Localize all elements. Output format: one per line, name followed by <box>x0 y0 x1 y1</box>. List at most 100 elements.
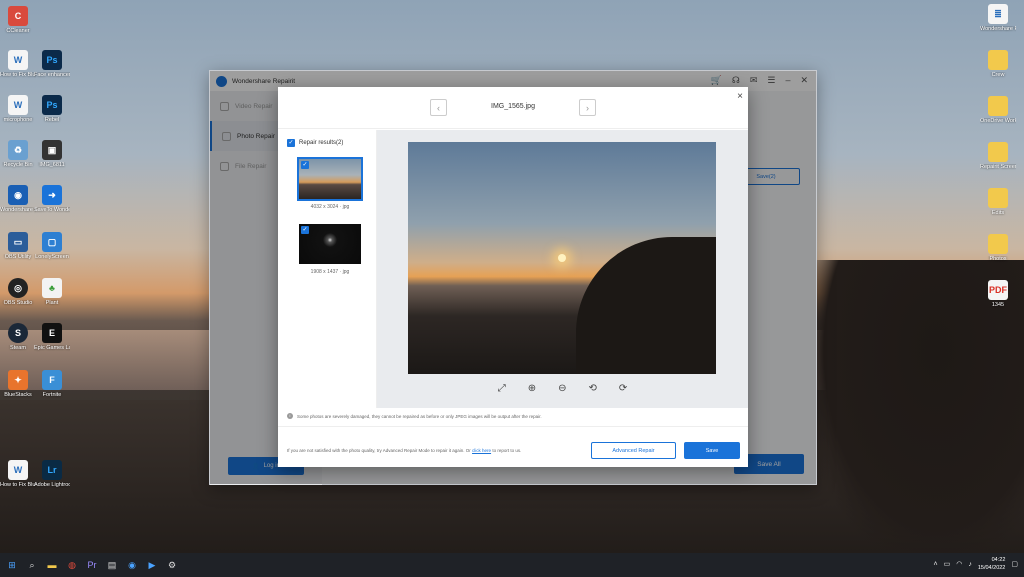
result-thumbnail-1[interactable]: ✓ <box>297 157 363 201</box>
media-icon[interactable]: ▶ <box>144 557 160 573</box>
save-button[interactable]: Save <box>684 442 740 459</box>
desktop-icon-document[interactable]: W How to Fix Blurry Phot... <box>0 50 36 79</box>
advanced-repair-button[interactable]: Advanced Repair <box>591 442 676 459</box>
desktop-icon-photoshop[interactable]: Ps Rebel <box>34 95 70 124</box>
wifi-icon[interactable]: ◠ <box>956 560 962 568</box>
repairit-icon: ◉ <box>8 185 28 205</box>
fortnite-icon: F <box>42 370 62 390</box>
select-all-checkbox[interactable]: ✓ <box>287 139 295 147</box>
damage-notice: i Some photos are severely damaged, they… <box>287 413 542 419</box>
preview-hill <box>576 237 716 374</box>
folder-icon <box>988 188 1008 208</box>
desktop-icon-folder[interactable]: Edits <box>980 188 1016 217</box>
desktop-icon-folder[interactable]: OneDrive Work <box>980 96 1016 125</box>
taskbar: ⊞ ⌕ ▬ ◍ Pr ▤ ◉ ▶ ⚙ ˄ ▭ ◠ ♪ 04:22 15/04/2… <box>0 553 1024 577</box>
desktop-icon-document[interactable]: W How to Fix Blurry Phot... <box>0 460 36 489</box>
repairit-taskbar-icon[interactable]: ◉ <box>124 557 140 573</box>
volume-icon[interactable]: ♪ <box>968 561 972 568</box>
desktop-icon-folder[interactable]: Crew <box>980 50 1016 79</box>
chevron-up-icon[interactable]: ˄ <box>934 561 938 568</box>
display-icon[interactable]: ▭ <box>944 560 951 568</box>
zoom-in-icon[interactable]: ⊕ <box>528 383 536 394</box>
desktop-icon-image[interactable]: ▣ IMG_6811 <box>34 140 70 169</box>
document-icon: W <box>8 460 28 480</box>
repair-results-label: Repair results(2) <box>299 140 344 146</box>
preview-sun <box>558 254 566 262</box>
desktop-icon-photoshop[interactable]: Ps Face enhancement <box>34 50 70 79</box>
footer-message: If you are not satisfied with the photo … <box>287 448 522 453</box>
thumbnail-checkbox[interactable]: ✓ <box>301 226 309 234</box>
zoom-out-icon[interactable]: ⊖ <box>558 383 566 394</box>
desktop-icon-plant[interactable]: ♣ Plant <box>34 278 70 307</box>
fullscreen-icon[interactable]: ⤢ <box>498 383 506 394</box>
repair-results-header: ✓ Repair results(2) <box>278 130 376 147</box>
rotate-right-icon[interactable]: ⟳ <box>619 383 627 394</box>
clover-icon: ♣ <box>42 278 62 298</box>
dialog-header: ‹ IMG_1565.jpg › × <box>278 87 748 129</box>
preview-toolbar: ⤢ ⊕ ⊖ ⟲ ⟳ <box>377 383 748 394</box>
preview-area: ⤢ ⊕ ⊖ ⟲ ⟳ <box>377 130 748 408</box>
chrome-icon[interactable]: ◍ <box>64 557 80 573</box>
recycle-bin-icon: ♻ <box>8 140 28 160</box>
bluestacks-icon: ✦ <box>8 370 28 390</box>
photo-preview-dialog: ‹ IMG_1565.jpg › × ✓ Repair results(2) ✓… <box>278 87 748 467</box>
desktop-icon-document[interactable]: W microphone <box>0 95 36 124</box>
desktop-icon-epic[interactable]: E Epic Games Launcher <box>34 323 70 352</box>
preview-image <box>408 142 716 374</box>
document-icon: ≣ <box>988 4 1008 24</box>
search-icon[interactable]: ⌕ <box>24 557 40 573</box>
clock-date: 15/04/2022 <box>977 565 1006 571</box>
system-tray: ˄ ▭ ◠ ♪ 04:22 15/04/2022 ▢ <box>934 556 1018 572</box>
lightroom-icon: Lr <box>42 460 62 480</box>
info-icon: i <box>287 413 293 419</box>
thumbnail-checkbox[interactable]: ✓ <box>301 161 309 169</box>
desktop-icon-pdf[interactable]: PDF 1345 <box>980 280 1016 309</box>
notepad-icon[interactable]: ▤ <box>104 557 120 573</box>
desktop-icon-lonelyscreen[interactable]: ▢ LonelyScreen <box>34 232 70 261</box>
steam-icon: S <box>8 323 28 343</box>
premiere-icon[interactable]: Pr <box>84 557 100 573</box>
computer-icon: ▭ <box>8 232 28 252</box>
file-explorer-icon[interactable]: ▬ <box>44 557 60 573</box>
desktop-icon-bluestacks[interactable]: ✦ BlueStacks <box>0 370 36 399</box>
arrow-icon: ➜ <box>42 185 62 205</box>
desktop-icon-saveto[interactable]: ➜ SaveTo Wondershare <box>34 185 70 214</box>
desktop-icon-recycle-bin[interactable]: ♻ Recycle Bin <box>0 140 36 169</box>
desktop-icon-folder[interactable]: Repairit Screenshots <box>980 142 1016 171</box>
folder-icon <box>988 50 1008 70</box>
chevron-right-icon: › <box>586 102 589 113</box>
rotate-left-icon[interactable]: ⟲ <box>589 383 597 394</box>
desktop-icon-utility[interactable]: ▭ OBS Utility <box>0 232 36 261</box>
result-thumbnail-2[interactable]: ✓ <box>297 222 363 266</box>
thumbnail-caption: 1908 x 1437 · jpg <box>310 269 350 275</box>
photoshop-icon: Ps <box>42 50 62 70</box>
close-icon: × <box>737 91 743 102</box>
start-button-icon[interactable]: ⊞ <box>4 557 20 573</box>
desktop-icon-ccleaner[interactable]: C CCleaner <box>0 6 36 35</box>
obs-icon: ◎ <box>8 278 28 298</box>
folder-icon <box>988 234 1008 254</box>
desktop-icon-lightroom[interactable]: Lr Adobe Lightroo... <box>34 460 70 489</box>
thumbnail-caption: 4032 x 3024 · jpg <box>310 204 350 210</box>
folder-icon <box>988 96 1008 116</box>
next-photo-button[interactable]: › <box>579 99 596 116</box>
footer-divider <box>278 426 748 427</box>
desktop-icon-folder[interactable]: Photos <box>980 234 1016 263</box>
notification-icon[interactable]: ▢ <box>1011 560 1018 568</box>
settings-icon[interactable]: ⚙ <box>164 557 180 573</box>
desktop-icon-repairit[interactable]: ◉ Wondershare Repairit <box>0 185 36 214</box>
desktop-icon-obs[interactable]: ◎ OBS Studio <box>0 278 36 307</box>
desktop-icon-fortnite[interactable]: F Fortnite <box>34 370 70 399</box>
clock[interactable]: 04:22 15/04/2022 <box>978 556 1006 572</box>
clock-time: 04:22 <box>991 557 1006 563</box>
report-link[interactable]: click here <box>472 448 491 453</box>
ccleaner-icon: C <box>8 6 28 26</box>
desktop-icon-steam[interactable]: S Steam <box>0 323 36 352</box>
photo-file-name: IMG_1565.jpg <box>491 103 535 110</box>
desktop-icon-document[interactable]: ≣ Wondershare Repairit 2022 <box>980 4 1016 33</box>
document-icon: W <box>8 95 28 115</box>
pdf-icon: PDF <box>988 280 1008 300</box>
screen-icon: ▢ <box>42 232 62 252</box>
document-icon: W <box>8 50 28 70</box>
close-dialog-button[interactable]: × <box>737 91 743 102</box>
